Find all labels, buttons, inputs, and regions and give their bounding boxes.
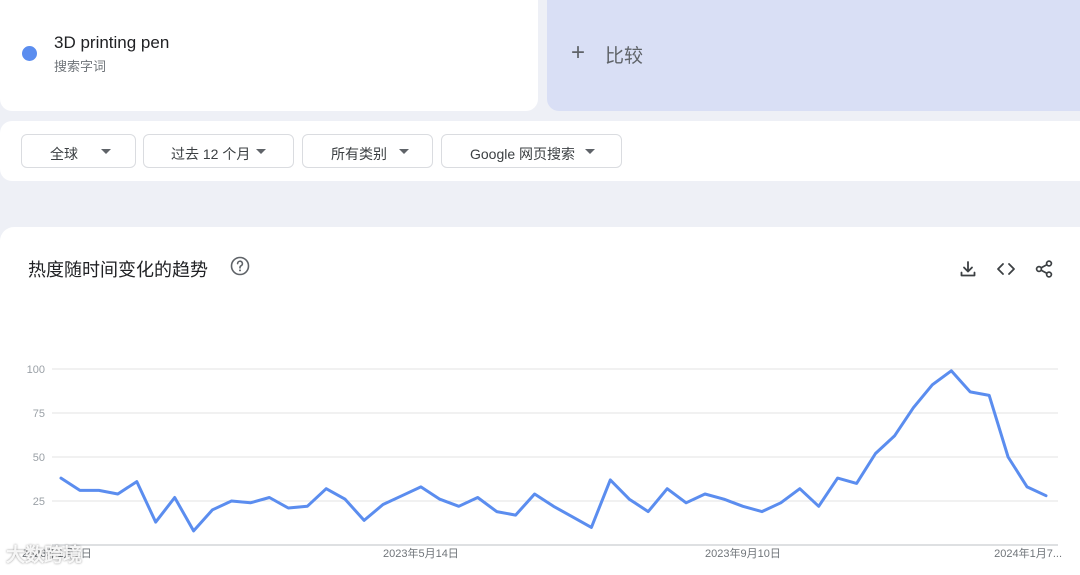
- data-point: [282, 502, 294, 514]
- data-point: [150, 516, 162, 528]
- data-point: [718, 493, 730, 505]
- data-point: [434, 493, 446, 505]
- data-point: [244, 497, 256, 509]
- data-point: [756, 506, 768, 518]
- x-tick-label: 2024年1月7...: [994, 546, 1062, 560]
- data-point: [301, 500, 313, 512]
- y-tick-label: 50: [33, 452, 45, 464]
- data-point: [1021, 481, 1033, 493]
- data-point: [207, 504, 219, 516]
- data-point: [813, 500, 825, 512]
- data-point: [396, 490, 408, 502]
- data-point: [964, 386, 976, 398]
- data-point: [510, 509, 522, 521]
- data-point: [93, 484, 105, 496]
- data-point: [74, 484, 86, 496]
- x-tick-label: 2023年5月14日: [383, 546, 459, 560]
- data-point: [661, 483, 673, 495]
- data-point: [775, 497, 787, 509]
- data-point: [566, 511, 578, 523]
- data-point: [699, 488, 711, 500]
- data-point: [794, 483, 806, 495]
- data-point: [851, 477, 863, 489]
- data-point: [472, 491, 484, 503]
- data-point: [55, 472, 67, 484]
- data-point: [131, 476, 143, 488]
- y-tick-label: 100: [27, 364, 45, 376]
- data-point: [832, 472, 844, 484]
- data-point: [945, 365, 957, 377]
- data-point: [1040, 490, 1052, 502]
- data-point: [623, 493, 635, 505]
- y-tick-label: 25: [33, 496, 45, 508]
- data-point: [680, 497, 692, 509]
- data-point: [112, 488, 124, 500]
- data-point: [320, 483, 332, 495]
- data-point: [169, 491, 181, 503]
- data-point: [983, 389, 995, 401]
- data-point: [188, 525, 200, 537]
- data-point: [339, 493, 351, 505]
- data-point: [737, 500, 749, 512]
- data-point: [415, 481, 427, 493]
- y-tick-label: 75: [33, 408, 45, 420]
- data-point: [907, 402, 919, 414]
- data-point: [225, 495, 237, 507]
- data-point: [888, 430, 900, 442]
- data-point: [263, 491, 275, 503]
- data-point: [870, 447, 882, 459]
- data-point: [529, 488, 541, 500]
- data-point: [491, 506, 503, 518]
- trend-chart[interactable]: 2550751002023年1月1日 2023年5月14日 2023年9月10日 20…: [0, 0, 1080, 575]
- data-point: [642, 506, 654, 518]
- watermark: 大数跨境: [6, 545, 83, 566]
- data-point: [548, 500, 560, 512]
- data-point: [453, 500, 465, 512]
- data-point: [1002, 451, 1014, 463]
- data-point: [585, 521, 597, 533]
- x-tick-label: 2023年9月10日: [705, 546, 781, 560]
- data-point: [358, 514, 370, 526]
- data-point: [926, 379, 938, 391]
- data-point: [377, 499, 389, 511]
- data-point: [604, 474, 616, 486]
